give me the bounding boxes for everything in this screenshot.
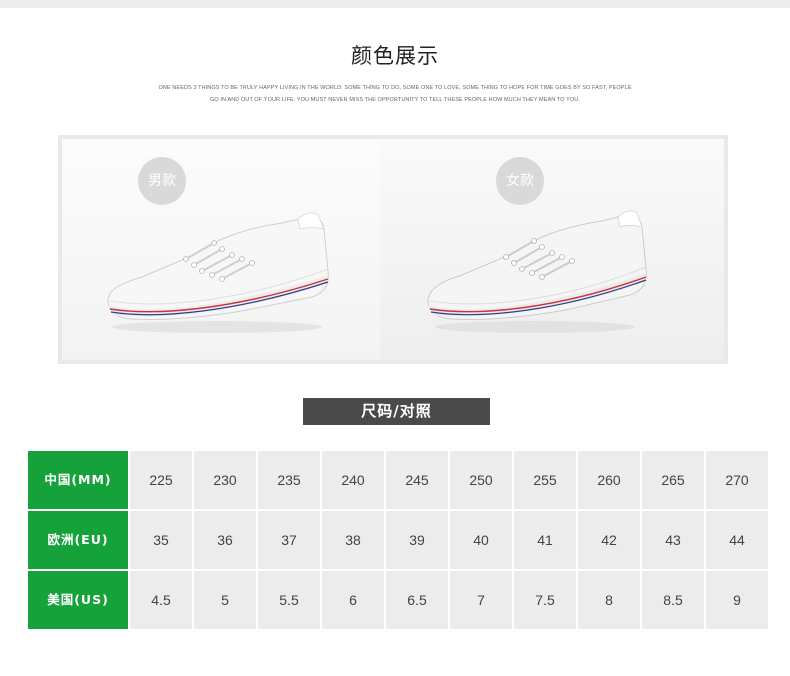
row-header: 欧洲(EU) <box>28 511 128 569</box>
size-cell: 42 <box>578 511 640 569</box>
size-cell: 5.5 <box>258 571 320 629</box>
size-cell: 225 <box>130 451 192 509</box>
row-header: 中国(MM) <box>28 451 128 509</box>
size-cell: 39 <box>386 511 448 569</box>
size-cell: 270 <box>706 451 768 509</box>
size-cell: 9 <box>706 571 768 629</box>
size-cell: 235 <box>258 451 320 509</box>
row-header: 美国(US) <box>28 571 128 629</box>
size-cell: 7.5 <box>514 571 576 629</box>
size-row-europe: 欧洲(EU) 35 36 37 38 39 40 41 42 43 44 <box>28 511 768 569</box>
size-cell: 37 <box>258 511 320 569</box>
size-cell: 8.5 <box>642 571 704 629</box>
size-cell: 255 <box>514 451 576 509</box>
size-cell: 7 <box>450 571 512 629</box>
size-row-us: 美国(US) 4.5 5 5.5 6 6.5 7 7.5 8 8.5 9 <box>28 571 768 629</box>
size-chart-title: 尺码/对照 <box>303 398 490 425</box>
subtitle-line-2: GO IN AND OUT OF YOUR LIFE. YOU MUST NEV… <box>210 97 580 103</box>
size-cell: 250 <box>450 451 512 509</box>
size-cell: 35 <box>130 511 192 569</box>
color-display-frame: 男款 女款 <box>58 135 728 364</box>
women-badge: 女款 <box>496 157 544 205</box>
size-cell: 245 <box>386 451 448 509</box>
size-cell: 230 <box>194 451 256 509</box>
size-cell: 8 <box>578 571 640 629</box>
size-cell: 5 <box>194 571 256 629</box>
size-cell: 43 <box>642 511 704 569</box>
men-badge: 男款 <box>138 157 186 205</box>
size-cell: 240 <box>322 451 384 509</box>
size-cell: 6.5 <box>386 571 448 629</box>
color-display-inner: 男款 女款 <box>62 139 724 360</box>
women-shoe-image <box>427 210 647 333</box>
top-strip <box>0 0 790 8</box>
men-shoe-panel: 男款 <box>62 139 382 360</box>
size-cell: 41 <box>514 511 576 569</box>
men-shoe-image <box>107 212 329 333</box>
size-cell: 6 <box>322 571 384 629</box>
size-cell: 265 <box>642 451 704 509</box>
size-cell: 38 <box>322 511 384 569</box>
size-cell: 44 <box>706 511 768 569</box>
size-cell: 36 <box>194 511 256 569</box>
size-row-china: 中国(MM) 225 230 235 240 245 250 255 260 2… <box>28 451 768 509</box>
size-cell: 260 <box>578 451 640 509</box>
subtitle-line-1: ONE NEEDS 3 THINGS TO BE TRULY HAPPY LIV… <box>158 85 632 91</box>
size-cell: 40 <box>450 511 512 569</box>
women-shoe-panel: 女款 <box>380 139 724 360</box>
page-title: 颜色展示 <box>351 44 439 68</box>
size-cell: 4.5 <box>130 571 192 629</box>
